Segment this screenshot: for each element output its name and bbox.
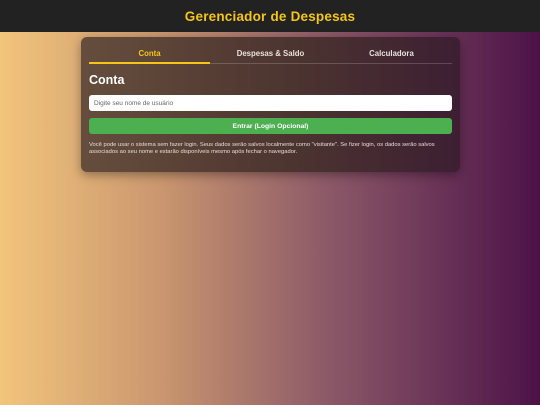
tab-conta[interactable]: Conta	[89, 37, 210, 64]
account-panel: Conta Despesas & Saldo Calculadora Conta…	[81, 37, 460, 172]
tab-bar: Conta Despesas & Saldo Calculadora	[89, 37, 452, 64]
tab-calculadora[interactable]: Calculadora	[331, 37, 452, 63]
login-info-text: Você pode usar o sistema sem fazer login…	[89, 142, 435, 155]
tab-despesas-saldo[interactable]: Despesas & Saldo	[210, 37, 331, 63]
section-title: Conta	[89, 73, 125, 87]
app-title: Gerenciador de Despesas	[184, 8, 356, 24]
username-input[interactable]	[89, 95, 452, 111]
login-button[interactable]: Entrar (Login Opcional)	[89, 118, 452, 134]
app-header: Gerenciador de Despesas	[0, 0, 540, 32]
